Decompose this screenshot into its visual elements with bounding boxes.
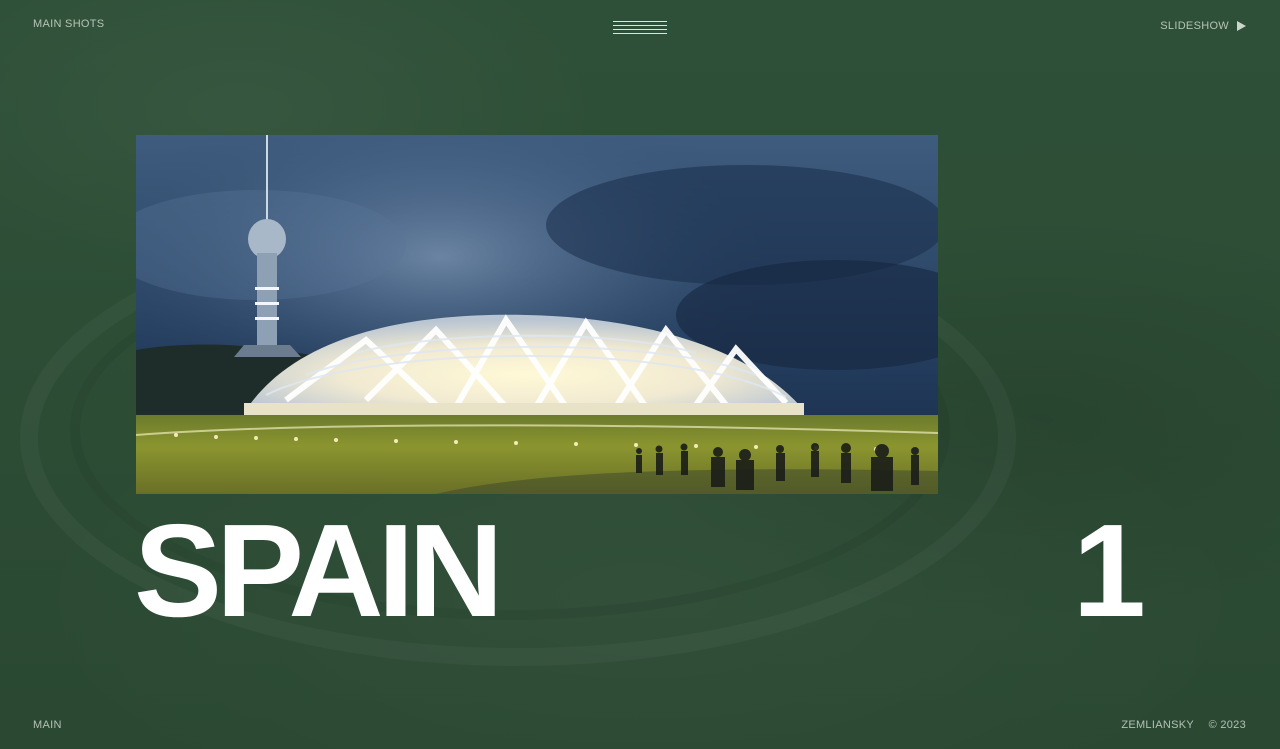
play-icon bbox=[1237, 21, 1246, 31]
hamburger-menu-icon[interactable] bbox=[613, 21, 667, 35]
top-navigation: MAIN SHOTS SLIDESHOW bbox=[0, 0, 1280, 60]
menu-line bbox=[613, 25, 667, 26]
main-shots-link[interactable]: MAIN SHOTS bbox=[33, 18, 104, 30]
slide-number: 1 bbox=[1072, 497, 1146, 644]
main-link[interactable]: MAIN bbox=[33, 719, 62, 731]
brand-link[interactable]: ZEMLIANSKY bbox=[1121, 719, 1194, 731]
menu-line bbox=[613, 21, 667, 22]
stadium-image bbox=[136, 135, 938, 494]
menu-line bbox=[613, 29, 667, 30]
menu-line bbox=[613, 33, 667, 34]
stadium-illustration bbox=[136, 135, 938, 494]
slideshow-button[interactable]: SLIDESHOW bbox=[1160, 20, 1246, 32]
copyright-text: © 2023 bbox=[1208, 719, 1246, 731]
bottom-navigation: MAIN ZEMLIANSKY © 2023 bbox=[0, 699, 1280, 749]
slideshow-label: SLIDESHOW bbox=[1160, 20, 1229, 32]
slide-title: SPAIN bbox=[134, 497, 504, 644]
